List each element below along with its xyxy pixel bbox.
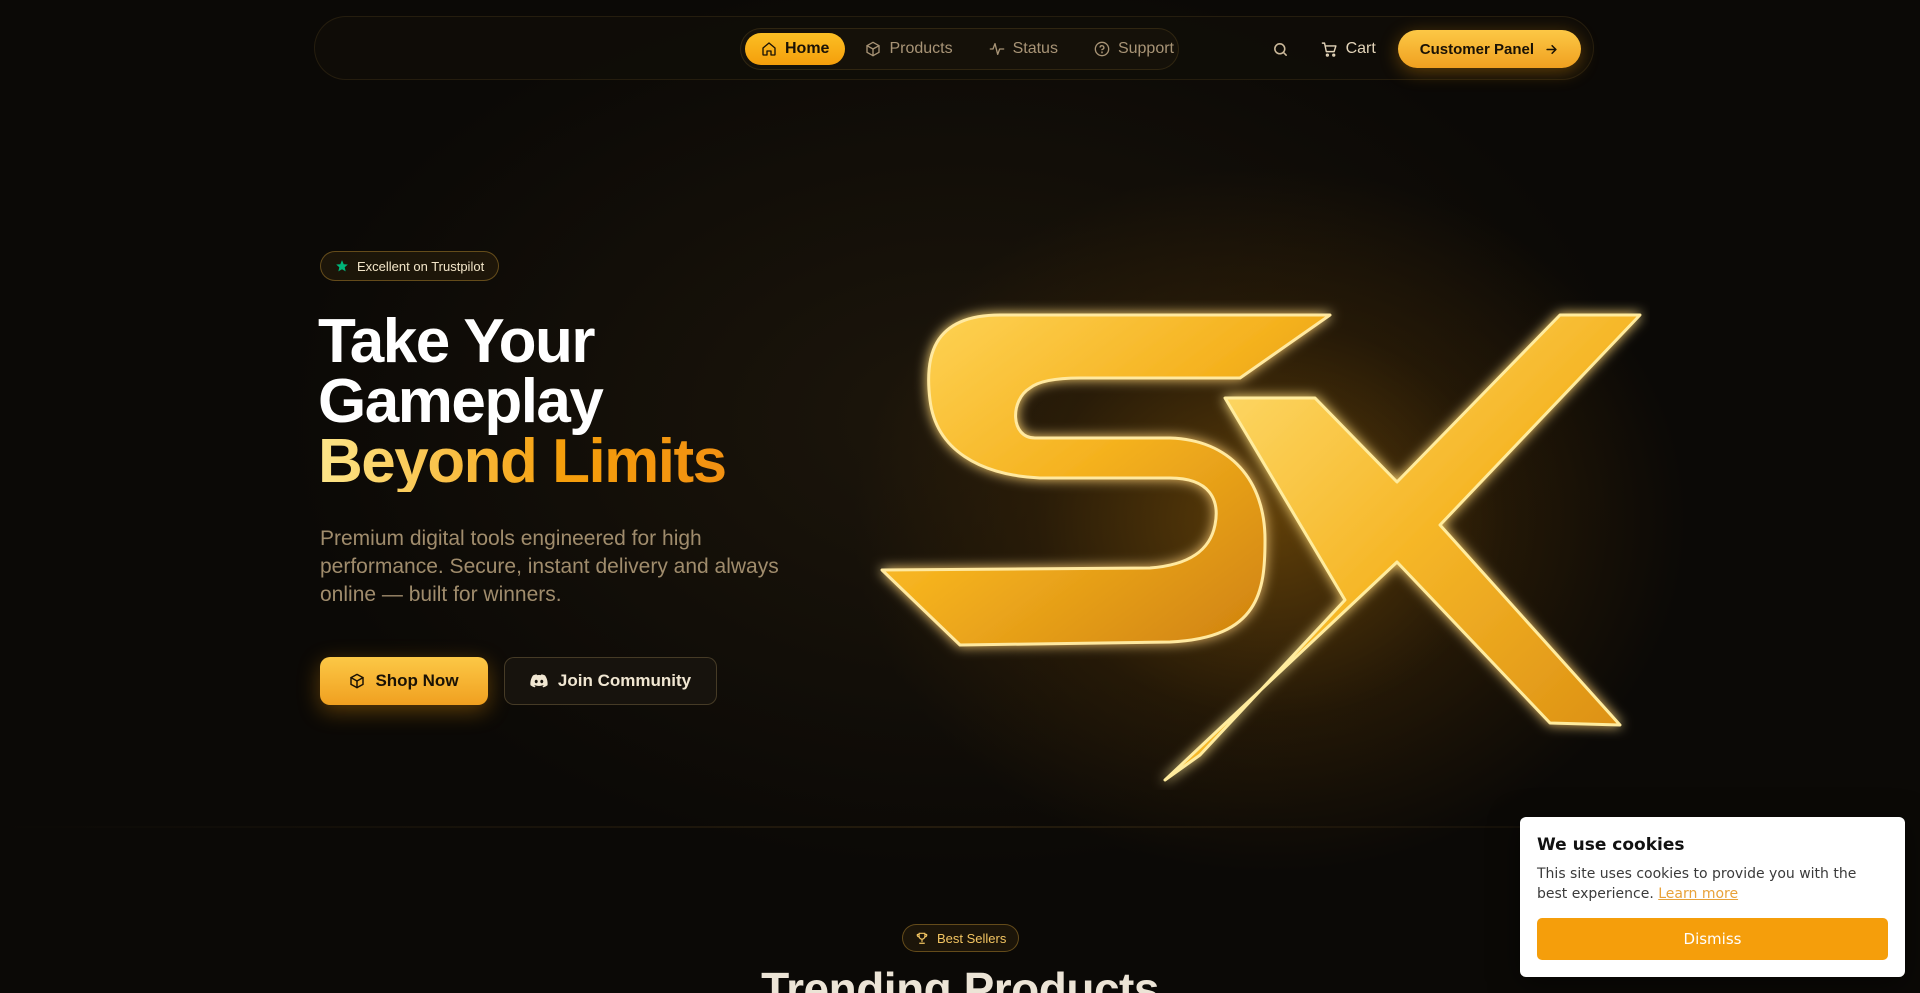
arrow-right-icon [1546,44,1557,54]
logo-letter-s [880,313,1332,647]
join-community-label: Join Community [557,671,692,690]
dismiss-button[interactable]: Dismiss [1537,918,1888,960]
hero-subtitle: Premium digital tools engineered for hig… [320,527,779,606]
shop-now-button[interactable]: Shop Now [320,657,488,705]
box-icon [866,41,881,57]
nav-item-status[interactable]: Status [973,33,1074,65]
nav-actions: Cart Customer Panel [1263,29,1581,69]
trophy-icon [916,932,928,944]
nav-item-label: Home [785,40,830,57]
nav-item-label: Products [889,40,953,57]
customer-panel-label: Customer Panel [1419,40,1534,58]
cookie-title: We use cookies [1537,835,1685,855]
box-icon [350,673,365,689]
best-sellers-label: Best Sellers [937,930,1007,946]
learn-more-link[interactable]: Learn more [1658,886,1738,902]
nav-item-label: Status [1012,40,1058,57]
cart-label: Cart [1345,40,1376,57]
sx-logo [880,313,1642,782]
nav-item-products[interactable]: Products [849,33,968,65]
home-icon [762,42,776,56]
best-sellers-badge: Best Sellers [902,924,1020,952]
cookie-text: This site uses cookies to provide you wi… [1537,864,1888,904]
discord-icon [530,674,548,688]
join-community-button[interactable]: Join Community [504,657,717,705]
help-circle-icon [1094,41,1110,57]
hero-title-line-2: Gameplay [318,367,604,436]
nav-item-home[interactable]: Home [745,33,846,65]
activity-icon [989,43,1004,55]
search-button[interactable] [1263,31,1299,67]
top-navbar: Home Products Status Support Cart Custom… [314,16,1594,80]
hero-title-highlight: Beyond Limits [318,427,727,496]
cart-icon [1321,41,1337,57]
trustpilot-badge-label: Excellent on Trustpilot [357,258,485,274]
cookie-banner: We use cookies This site uses cookies to… [1520,817,1905,977]
star-icon [336,260,348,272]
hero-title: Take Your Gameplay Beyond Limits [318,307,727,496]
nav-menu: Home Products Status Support [740,28,1179,70]
nav-item-label: Support [1117,40,1174,57]
shop-now-label: Shop Now [375,671,459,690]
customer-panel-button[interactable]: Customer Panel [1397,30,1581,68]
cart-button[interactable]: Cart [1313,40,1384,58]
search-icon [1274,42,1288,56]
nav-item-support[interactable]: Support [1078,33,1190,65]
trustpilot-badge[interactable]: Excellent on Trustpilot [320,251,500,281]
hero-title-line-1: Take Your [318,307,595,376]
